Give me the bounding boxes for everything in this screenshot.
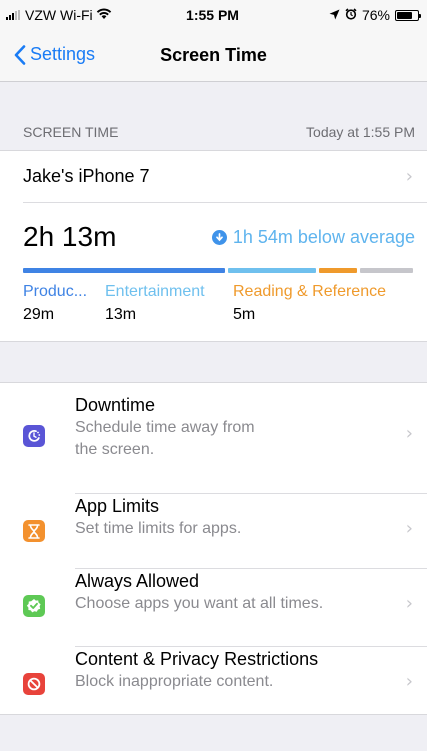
average-comparison: 1h 54m below average [211, 226, 415, 248]
menu-item-title: App Limits [75, 496, 160, 516]
hourglass-icon [23, 520, 45, 542]
menu-item-subtitle: the screen. [75, 441, 155, 458]
category-values: 29m 13m 5m [23, 306, 423, 326]
usage-bar-segment [360, 268, 413, 273]
location-icon [329, 7, 340, 23]
category-label: Reading & Reference [233, 283, 386, 300]
category-time: 5m [233, 306, 256, 323]
section-label: SCREEN TIME [23, 124, 119, 140]
carrier-label: VZW Wi-Fi [25, 7, 93, 23]
usage-bar-segment [23, 268, 225, 273]
battery-icon [395, 9, 421, 21]
section-timestamp: Today at 1:55 PM [306, 124, 415, 140]
menu-item-text: App Limits Set time limits for apps. [75, 494, 385, 540]
chevron-right-icon: › [405, 166, 413, 187]
block-icon [23, 673, 45, 695]
menu-item-title: Content & Privacy Restrictions [75, 649, 319, 669]
category-labels: Produc... Entertainment Reading & Referenc… [23, 283, 423, 303]
menu-item-text: Always Allowed Choose apps you want at al… [75, 569, 385, 615]
arrow-down-circle-icon [211, 229, 227, 245]
status-right: 76% [272, 7, 421, 23]
usage-bar[interactable] [23, 268, 415, 273]
navigation-bar: Settings Screen Time [0, 30, 427, 82]
status-left: VZW Wi-Fi [6, 7, 154, 23]
menu-item-title: Always Allowed [75, 571, 200, 591]
menu-item-subtitle: Choose apps you want at all times. [75, 595, 324, 612]
back-button[interactable]: Settings [14, 44, 95, 65]
signal-icon [6, 10, 20, 20]
chevron-right-icon: › [405, 671, 413, 692]
menu-item-text: Content & Privacy Restrictions Block inap… [75, 647, 385, 693]
battery-percent: 76% [361, 7, 390, 23]
category-label: Entertainment [105, 283, 205, 300]
menu-item-app-limits[interactable]: App Limits Set time limits for apps. › [0, 494, 427, 569]
wifi-icon [96, 7, 112, 23]
total-row[interactable]: 2h 13m 1h 54m below average [23, 221, 415, 253]
device-row[interactable]: Jake's iPhone 7 › [23, 151, 427, 203]
usage-bar-segment [319, 268, 357, 273]
category-label: Produc... [23, 283, 88, 300]
page-title: Screen Time [160, 45, 267, 65]
back-button-label: Settings [30, 44, 96, 64]
checkmark-badge-icon [23, 595, 45, 617]
alarm-icon [345, 7, 357, 23]
menu-item-always-allowed[interactable]: Always Allowed Choose apps you want at al… [0, 569, 427, 647]
device-name: Jake's iPhone 7 [23, 166, 150, 186]
status-bar: VZW Wi-Fi 1:55 PM 76% [0, 0, 427, 30]
category-time: 29m [23, 306, 55, 323]
menu-item-subtitle: Set time limits for apps. [75, 520, 242, 537]
chevron-right-icon: › [405, 518, 413, 539]
settings-menu: Downtime Schedule time away from the scree… [0, 382, 427, 715]
menu-item-title: Downtime [75, 395, 156, 415]
menu-item-downtime[interactable]: Downtime Schedule time away from the scree… [0, 393, 427, 494]
downtime-icon [23, 425, 45, 447]
chevron-right-icon: › [405, 593, 413, 614]
status-time: 1:55 PM [186, 7, 239, 23]
menu-item-subtitle: Schedule time away from [75, 419, 255, 436]
total-screen-time: 2h 13m [23, 221, 117, 252]
section-header: SCREEN TIME Today at 1:55 PM [0, 117, 427, 147]
chevron-left-icon [14, 44, 26, 65]
usage-bar-segment [228, 268, 316, 273]
menu-item-subtitle: Block inappropriate content. [75, 673, 274, 690]
menu-item-text: Downtime Schedule time away from the scree… [75, 393, 385, 461]
chevron-right-icon: › [405, 423, 413, 444]
menu-item-content-privacy-restrictions[interactable]: Content & Privacy Restrictions Block inap… [0, 647, 427, 716]
average-text: 1h 54m below average [232, 226, 415, 247]
screen-time-summary-card: Jake's iPhone 7 › 2h 13m 1h 54m below av… [0, 150, 427, 342]
category-time: 13m [105, 306, 137, 323]
